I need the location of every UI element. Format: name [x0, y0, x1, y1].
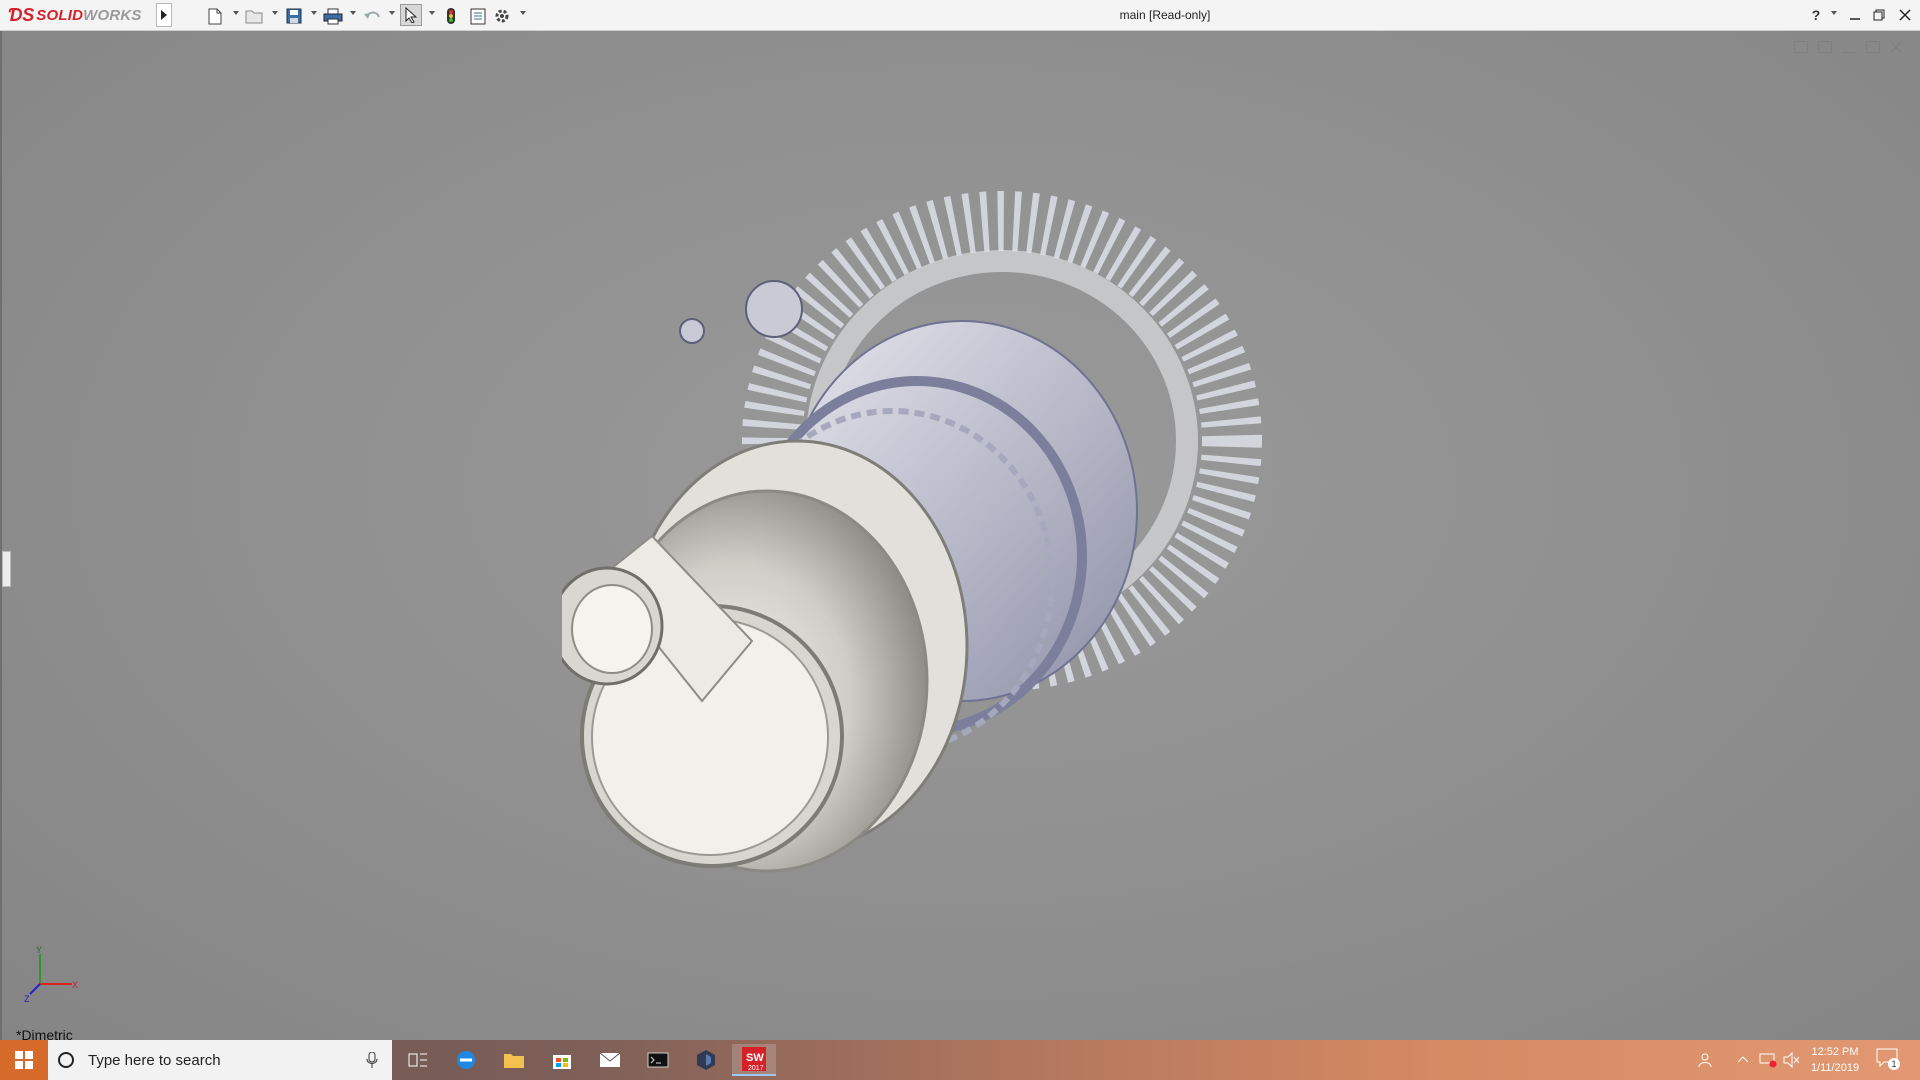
tile-left-icon[interactable]	[1794, 41, 1808, 53]
minimize-icon	[1850, 18, 1860, 20]
microphone-icon[interactable]	[366, 1052, 378, 1068]
mail-button[interactable]	[588, 1044, 632, 1076]
graphics-area[interactable]: Y X Z *Dimetric	[0, 31, 1920, 1043]
minimize-button[interactable]	[1847, 6, 1863, 24]
notification-count-badge: 1	[1888, 1058, 1900, 1070]
taskbar-clock[interactable]: 12:52 PM 1/11/2019	[1790, 1044, 1880, 1076]
people-icon[interactable]	[1698, 1052, 1716, 1068]
solidworks-badge: SW	[746, 1052, 764, 1064]
terminal-icon	[647, 1052, 669, 1068]
viewport-window-controls	[1794, 41, 1904, 53]
triad-z-label: Z	[24, 994, 30, 1004]
triad-x-label: X	[72, 980, 78, 990]
task-view-button[interactable]	[396, 1044, 440, 1076]
document-title: main [Read-only]	[1119, 8, 1211, 22]
mount-lug	[679, 318, 705, 344]
tile-right-icon[interactable]	[1818, 41, 1832, 53]
close-button[interactable]	[1897, 6, 1913, 24]
search-placeholder: Type here to search	[88, 1051, 221, 1069]
clock-time: 12:52 PM	[1811, 1046, 1859, 1058]
app-icon	[697, 1050, 715, 1070]
edge-icon	[457, 1051, 475, 1069]
title-bar: ƊS SOLIDWORKS main [Read-only] ?	[0, 0, 1920, 31]
edge-button[interactable]	[444, 1044, 488, 1076]
help-button[interactable]: ?	[1808, 6, 1824, 24]
coordinate-triad: Y X Z	[24, 946, 78, 1004]
action-center-button[interactable]: 1	[1876, 1048, 1902, 1072]
windows-logo-icon	[15, 1051, 33, 1069]
store-button[interactable]	[540, 1044, 584, 1076]
solidworks-taskbar-button[interactable]: SW 2017	[732, 1044, 776, 1076]
triad-y-label: Y	[36, 946, 42, 955]
restore-icon	[1873, 9, 1885, 21]
close-icon	[1899, 9, 1911, 21]
viewport-restore-icon[interactable]	[1866, 41, 1880, 53]
chevron-up-icon[interactable]	[1737, 1054, 1749, 1064]
viewport-minimize-icon[interactable]	[1842, 41, 1856, 53]
taskbar-search-box[interactable]: Type here to search	[48, 1040, 392, 1080]
help-dropdown[interactable]	[1831, 11, 1837, 15]
store-icon	[553, 1055, 571, 1069]
network-icon[interactable]	[1758, 1052, 1778, 1068]
viewport-close-icon[interactable]	[1890, 41, 1904, 53]
turbine-engine-model[interactable]	[562, 181, 1342, 901]
start-button[interactable]	[0, 1040, 48, 1080]
app-button[interactable]	[684, 1044, 728, 1076]
bearing-flange	[745, 280, 803, 338]
solidworks-year: 2017	[748, 1065, 764, 1072]
restore-button[interactable]	[1871, 6, 1887, 24]
feature-manager-toggle[interactable]	[2, 551, 11, 587]
terminal-button[interactable]	[636, 1044, 680, 1076]
file-explorer-icon	[504, 1054, 524, 1068]
task-view-icon	[408, 1053, 427, 1067]
mail-icon	[599, 1052, 621, 1067]
clock-date: 1/11/2019	[1810, 1062, 1860, 1074]
windows-taskbar: Type here to search SW 2017 12:52 PM 1/1…	[0, 1040, 1920, 1080]
file-explorer-button[interactable]	[492, 1044, 536, 1076]
cortana-icon	[58, 1052, 74, 1068]
